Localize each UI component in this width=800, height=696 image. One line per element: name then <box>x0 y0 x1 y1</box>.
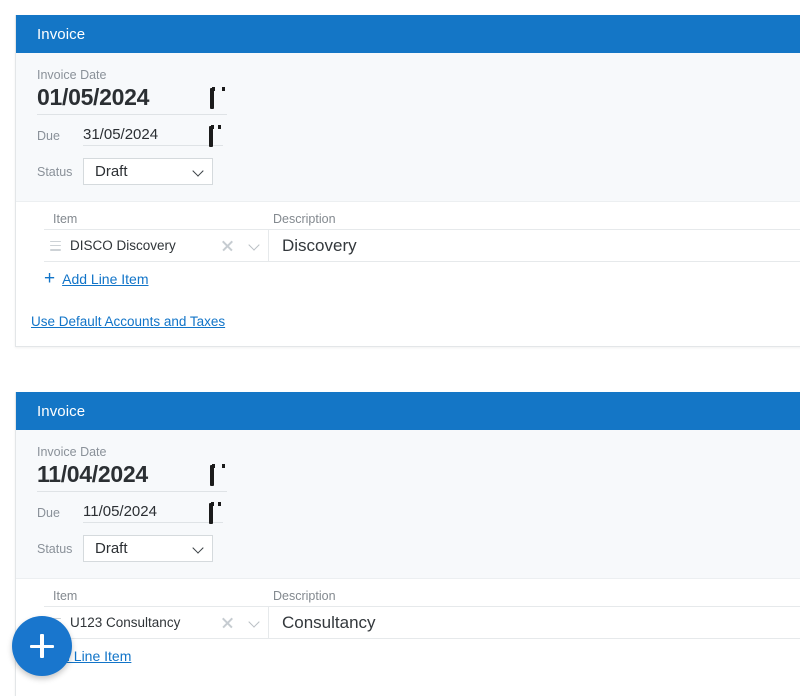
column-header-description: Description <box>269 589 800 603</box>
line-item-row[interactable]: DISCO Discovery Discovery <box>44 229 800 262</box>
chevron-down-icon <box>193 166 204 177</box>
invoice-card-header: Invoice <box>16 392 800 430</box>
invoice-date-label: Invoice Date <box>37 444 800 460</box>
chevron-down-icon[interactable] <box>249 617 260 628</box>
status-value: Draft <box>95 163 193 180</box>
invoice-card: Invoice Invoice Date 11/04/2024 Due 11/0 <box>15 392 800 696</box>
invoice-card-header: Invoice <box>16 15 800 53</box>
chevron-down-icon[interactable] <box>249 240 260 251</box>
line-item-item-value: U123 Consultancy <box>70 615 221 630</box>
calendar-icon[interactable] <box>209 505 223 518</box>
invoice-date-field: Invoice Date 11/04/2024 <box>16 444 800 492</box>
due-date-value: 31/05/2024 <box>83 126 203 143</box>
invoice-date-value: 11/04/2024 <box>37 461 204 488</box>
invoice-form-region: Invoice Date 01/05/2024 Due 31/05/2024 <box>16 53 800 202</box>
column-header-item: Item <box>53 212 269 226</box>
use-defaults-row <box>31 690 800 696</box>
status-value: Draft <box>95 540 193 557</box>
invoice-date-label: Invoice Date <box>37 67 800 83</box>
close-icon[interactable] <box>221 616 234 629</box>
line-item-description-cell[interactable]: Discovery <box>269 230 800 261</box>
line-item-description-value: Consultancy <box>282 613 376 633</box>
due-date-field: Due 31/05/2024 <box>16 126 800 146</box>
invoice-form-region: Invoice Date 11/04/2024 Due 11/05/2024 <box>16 430 800 579</box>
due-date-label: Due <box>37 506 83 520</box>
line-item-item-value: DISCO Discovery <box>70 238 221 253</box>
status-field: Status Draft <box>16 158 800 185</box>
status-select[interactable]: Draft <box>83 158 213 185</box>
line-item-item-cell[interactable]: DISCO Discovery <box>44 230 269 261</box>
due-date-input[interactable]: 11/05/2024 <box>83 503 223 523</box>
line-item-description-cell[interactable]: Consultancy <box>269 607 800 638</box>
due-date-label: Due <box>37 129 83 143</box>
due-date-value: 11/05/2024 <box>83 503 203 520</box>
line-items-region: Item Description DISCO Discovery Discove… <box>16 202 800 346</box>
page-root: Invoice Invoice Date 01/05/2024 Due 31/0 <box>0 0 800 696</box>
invoice-card-title: Invoice <box>37 403 85 420</box>
plus-icon: + <box>44 272 55 286</box>
invoice-date-input[interactable]: 01/05/2024 <box>37 84 227 115</box>
invoice-date-field: Invoice Date 01/05/2024 <box>16 67 800 115</box>
add-line-item-button[interactable]: + Add Line Item <box>44 271 800 287</box>
column-header-description: Description <box>269 212 800 226</box>
close-icon[interactable] <box>221 239 234 252</box>
invoice-date-value: 01/05/2024 <box>37 84 204 111</box>
status-field: Status Draft <box>16 535 800 562</box>
invoice-date-input[interactable]: 11/04/2024 <box>37 461 227 492</box>
calendar-icon[interactable] <box>209 128 223 141</box>
column-header-item: Item <box>53 589 269 603</box>
status-select[interactable]: Draft <box>83 535 213 562</box>
invoice-card: Invoice Invoice Date 01/05/2024 Due 31/0 <box>15 15 800 347</box>
line-items-region: Item Description U123 Consultancy Consul… <box>16 579 800 696</box>
use-defaults-row: Use Default Accounts and Taxes <box>31 313 800 346</box>
line-items-header: Item Description <box>16 212 800 226</box>
add-line-item-button[interactable]: + d Line Item <box>44 648 800 664</box>
line-item-description-value: Discovery <box>282 236 357 256</box>
due-date-input[interactable]: 31/05/2024 <box>83 126 223 146</box>
chevron-down-icon <box>193 543 204 554</box>
line-items-header: Item Description <box>16 589 800 603</box>
status-label: Status <box>37 542 83 556</box>
calendar-icon[interactable] <box>210 90 227 106</box>
due-date-field: Due 11/05/2024 <box>16 503 800 523</box>
drag-handle-icon[interactable] <box>50 241 61 251</box>
add-line-item-label: Add Line Item <box>62 271 148 287</box>
add-floating-action-button[interactable] <box>12 616 72 676</box>
line-item-item-cell[interactable]: U123 Consultancy <box>44 607 269 638</box>
add-line-item-label: d Line Item <box>62 648 131 664</box>
calendar-icon[interactable] <box>210 467 227 483</box>
status-label: Status <box>37 165 83 179</box>
line-item-row[interactable]: U123 Consultancy Consultancy <box>44 606 800 639</box>
invoice-card-title: Invoice <box>37 26 85 43</box>
use-default-accounts-and-taxes-link[interactable]: Use Default Accounts and Taxes <box>31 314 225 329</box>
